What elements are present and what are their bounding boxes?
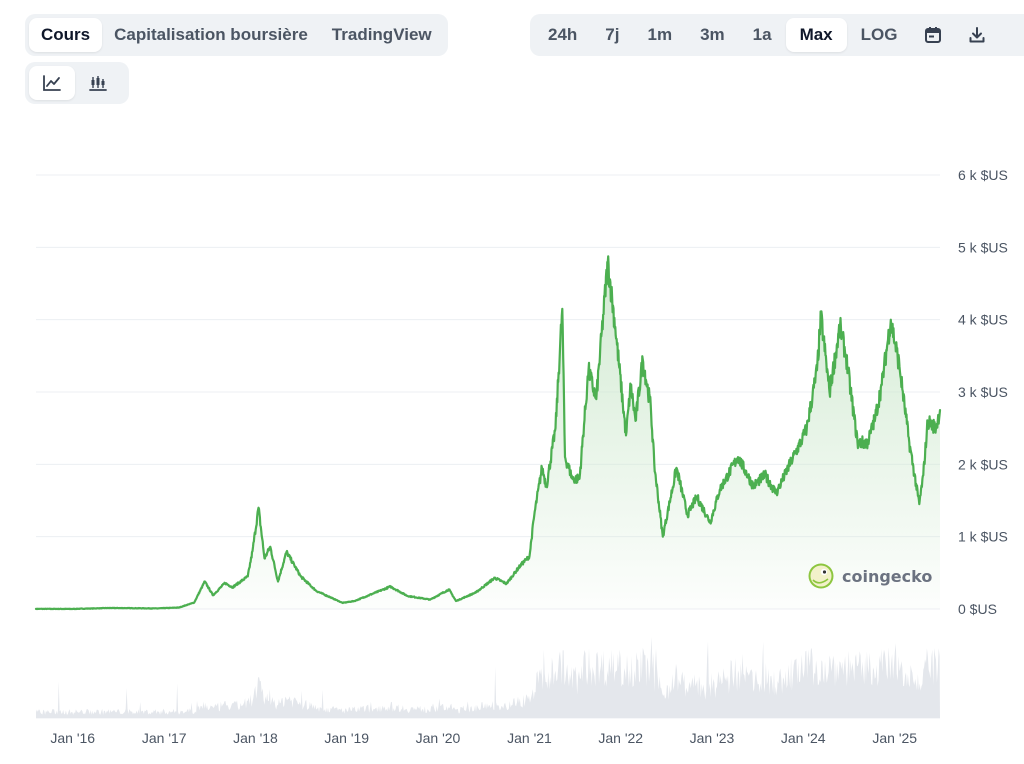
- x-tick-label: Jan '18: [233, 730, 278, 746]
- y-tick-label: 1 k $US: [958, 529, 1008, 545]
- y-tick-label: 5 k $US: [958, 239, 1008, 255]
- x-tick-label: Jan '21: [507, 730, 552, 746]
- x-axis: Jan '16 Jan '17 Jan '18 Jan '19 Jan '20 Jan '…: [50, 730, 917, 746]
- x-tick-label: Jan '22: [598, 730, 643, 746]
- y-axis: 0 $US 1 k $US 2 k $US 3 k $US 4 k $US 5 k $US…: [958, 167, 1008, 617]
- x-tick-label: Jan '20: [416, 730, 461, 746]
- price-chart[interactable]: 0 $US 1 k $US 2 k $US 3 k $US 4 k $US 5 k $US…: [0, 0, 1024, 764]
- volume-histogram: [36, 636, 940, 718]
- x-tick-label: Jan '19: [324, 730, 369, 746]
- coingecko-watermark: coingecko: [808, 563, 932, 589]
- x-tick-label: Jan '25: [872, 730, 917, 746]
- x-tick-label: Jan '16: [50, 730, 95, 746]
- y-tick-label: 3 k $US: [958, 384, 1008, 400]
- volume-area: [36, 636, 940, 718]
- y-tick-label: 4 k $US: [958, 312, 1008, 328]
- x-tick-label: Jan '24: [781, 730, 826, 746]
- y-tick-label: 0 $US: [958, 601, 997, 617]
- gecko-pupil: [822, 570, 827, 574]
- y-tick-label: 6 k $US: [958, 167, 1008, 183]
- x-tick-label: Jan '23: [690, 730, 735, 746]
- x-tick-label: Jan '17: [142, 730, 187, 746]
- y-tick-label: 2 k $US: [958, 456, 1008, 472]
- coingecko-wordmark: coingecko: [842, 567, 932, 586]
